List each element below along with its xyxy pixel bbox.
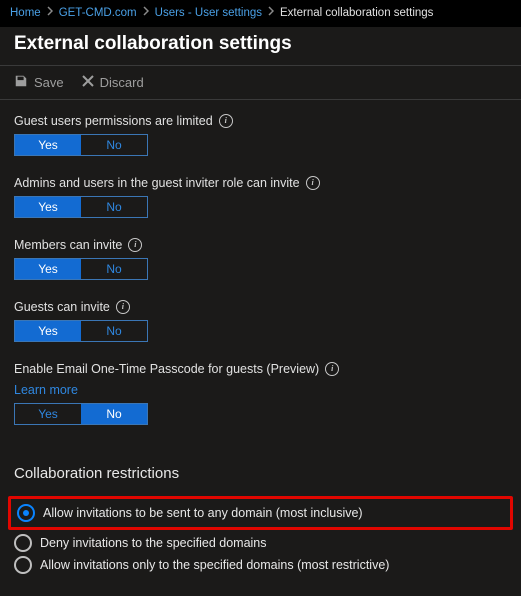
toggle-no[interactable]: No: [81, 321, 147, 341]
info-icon[interactable]: i: [128, 238, 142, 252]
toggle-yes[interactable]: Yes: [15, 404, 81, 424]
toggle-guests-invite[interactable]: Yes No: [14, 320, 148, 342]
close-icon: [82, 75, 94, 90]
learn-more-link[interactable]: Learn more: [14, 383, 78, 397]
breadcrumb-tenant[interactable]: GET-CMD.com: [59, 7, 137, 19]
toggle-yes[interactable]: Yes: [15, 135, 81, 155]
toggle-members-invite[interactable]: Yes No: [14, 258, 148, 280]
info-icon[interactable]: i: [306, 176, 320, 190]
label-text: Guest users permissions are limited: [14, 114, 213, 128]
radio-label: Allow invitations only to the specified …: [40, 558, 389, 572]
radio-option-allow-specified[interactable]: Allow invitations only to the specified …: [14, 554, 507, 576]
setting-guest-limited: Guest users permissions are limited i Ye…: [14, 114, 507, 156]
toggle-no[interactable]: No: [81, 135, 147, 155]
save-label: Save: [34, 75, 64, 90]
chevron-right-icon: [143, 6, 149, 19]
setting-label: Admins and users in the guest inviter ro…: [14, 176, 507, 190]
save-button[interactable]: Save: [14, 74, 64, 91]
setting-members-invite: Members can invite i Yes No: [14, 238, 507, 280]
chevron-right-icon: [268, 6, 274, 19]
label-text: Guests can invite: [14, 300, 110, 314]
toggle-yes[interactable]: Yes: [15, 259, 81, 279]
info-icon[interactable]: i: [219, 114, 233, 128]
setting-label: Members can invite i: [14, 238, 507, 252]
discard-button[interactable]: Discard: [82, 75, 144, 90]
breadcrumb-home[interactable]: Home: [10, 7, 41, 19]
label-text: Members can invite: [14, 238, 122, 252]
breadcrumb-current: External collaboration settings: [280, 7, 433, 19]
toggle-otp[interactable]: Yes No: [14, 403, 148, 425]
breadcrumb-users[interactable]: Users - User settings: [155, 7, 262, 19]
radio-icon: [14, 534, 32, 552]
discard-label: Discard: [100, 75, 144, 90]
toggle-no[interactable]: No: [81, 259, 147, 279]
save-icon: [14, 74, 28, 91]
setting-otp: Enable Email One-Time Passcode for guest…: [14, 362, 507, 425]
chevron-right-icon: [47, 6, 53, 19]
highlight-box: Allow invitations to be sent to any doma…: [8, 496, 513, 530]
label-text: Enable Email One-Time Passcode for guest…: [14, 362, 319, 376]
toggle-yes[interactable]: Yes: [15, 197, 81, 217]
toggle-no[interactable]: No: [81, 404, 147, 424]
setting-label: Guests can invite i: [14, 300, 507, 314]
radio-option-allow-any[interactable]: Allow invitations to be sent to any doma…: [17, 502, 504, 524]
setting-label: Enable Email One-Time Passcode for guest…: [14, 362, 507, 376]
breadcrumb: Home GET-CMD.com Users - User settings E…: [0, 0, 521, 27]
radio-group-restrictions: Allow invitations to be sent to any doma…: [14, 496, 507, 576]
label-text: Admins and users in the guest inviter ro…: [14, 176, 300, 190]
toggle-admins-invite[interactable]: Yes No: [14, 196, 148, 218]
radio-icon: [14, 556, 32, 574]
info-icon[interactable]: i: [116, 300, 130, 314]
radio-label: Allow invitations to be sent to any doma…: [43, 506, 363, 520]
toggle-no[interactable]: No: [81, 197, 147, 217]
section-heading-restrictions: Collaboration restrictions: [14, 465, 507, 482]
toggle-yes[interactable]: Yes: [15, 321, 81, 341]
radio-option-deny-specified[interactable]: Deny invitations to the specified domain…: [14, 532, 507, 554]
toolbar: Save Discard: [0, 66, 521, 99]
toggle-guest-limited[interactable]: Yes No: [14, 134, 148, 156]
radio-icon: [17, 504, 35, 522]
info-icon[interactable]: i: [325, 362, 339, 376]
page-title: External collaboration settings: [0, 27, 521, 65]
setting-guests-invite: Guests can invite i Yes No: [14, 300, 507, 342]
radio-label: Deny invitations to the specified domain…: [40, 536, 267, 550]
setting-label: Guest users permissions are limited i: [14, 114, 507, 128]
setting-admins-invite: Admins and users in the guest inviter ro…: [14, 176, 507, 218]
